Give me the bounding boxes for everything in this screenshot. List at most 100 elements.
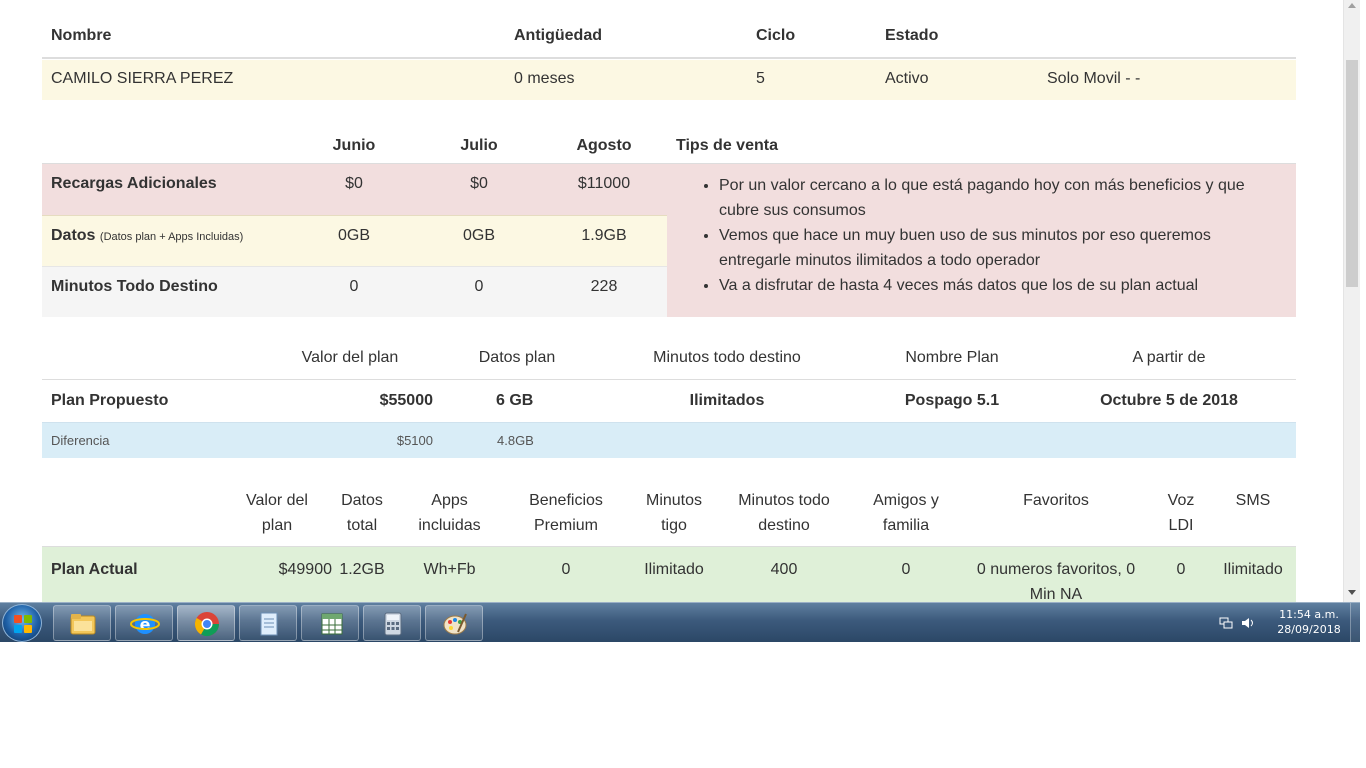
taskbar-explorer-button[interactable] [53,605,111,641]
header-favoritos: Favoritos [1023,492,1089,509]
chrome-icon [194,612,219,637]
tip-item: Vemos que hace un muy buen uso de sus mi… [719,223,1279,273]
client-ciclo: 5 [756,70,765,87]
taskbar-notepad-button[interactable] [239,605,297,641]
header-estado: Estado [885,27,939,44]
value-agosto: 228 [590,278,618,295]
diferencia-datos: 4.8GB [497,433,534,448]
header-agosto: Agosto [576,137,632,154]
scroll-up-icon[interactable] [1348,3,1356,8]
plan-minutos: Ilimitados [689,392,765,409]
client-estado: Activo [885,70,929,87]
header-valor-plan: Valor del plan [246,492,308,534]
current-valor: $49900 [278,561,332,578]
client-row: CAMILO SIERRA PEREZ 0 meses 5 Activo Sol… [42,60,1296,100]
paint-palette-icon [443,613,467,635]
header-nombre-plan: Nombre Plan [905,349,999,366]
value-junio: 0GB [337,227,370,244]
tip-item: Va a disfrutar de hasta 4 veces más dato… [719,273,1279,298]
row-label: Plan Propuesto [51,392,169,409]
current-apps: Wh+Fb [423,561,476,578]
header-datos-plan: Datos plan [478,349,556,366]
value-julio: $0 [470,175,488,192]
spreadsheet-icon [321,613,343,635]
current-plan-row: Plan Actual $49900 1.2GB Wh+Fb 0 Ilimita… [42,547,1296,602]
system-tray: 11:54 a.m. 28/09/2018 [1210,603,1360,643]
row-label: Diferencia [51,433,110,448]
taskbar-ie-button[interactable]: e [115,605,173,641]
current-minutos-todo-destino: 400 [770,561,798,578]
svg-text:e: e [140,615,151,634]
current-amigos-familia: 0 [901,561,911,578]
value-agosto: 1.9GB [581,227,627,244]
current-header: Valor del plan Datos total Apps incluida… [42,480,1296,547]
notepad-icon [260,612,278,636]
system-clock[interactable]: 11:54 a.m. 28/09/2018 [1270,607,1348,637]
client-name: CAMILO SIERRA PEREZ [51,70,234,87]
header-julio: Julio [460,137,498,154]
clock-date: 28/09/2018 [1277,623,1341,636]
client-plan-type: Solo Movil - - [1047,70,1141,87]
header-nombre: Nombre [51,27,112,44]
blank-area [0,642,1366,768]
current-minutos-tigo: Ilimitado [644,561,704,578]
header-minutos-tigo: Minutos tigo [645,492,703,534]
sales-tips: Por un valor cercano a lo que está pagan… [667,164,1296,317]
start-button[interactable] [2,604,42,642]
windows-logo-icon [14,615,32,633]
row-minutos: Minutos Todo Destino 0 0 228 [42,266,667,317]
row-label: Plan Actual [51,561,138,578]
show-desktop-button[interactable] [1350,603,1360,643]
consumption-header: Junio Julio Agosto Tips de venta [42,126,1296,164]
diferencia-row: Diferencia $5100 4.8GB [42,422,1296,458]
value-julio: 0 [474,278,484,295]
header-datos-total: Datos total [341,492,383,534]
row-datos: Datos (Datos plan + Apps Incluidas) 0GB … [42,215,667,266]
diferencia-valor: $5100 [396,433,433,448]
header-antiguedad: Antigüedad [514,27,602,44]
header-ciclo: Ciclo [756,27,796,44]
plan-valor: $55000 [379,392,433,409]
taskbar-excel-button[interactable] [301,605,359,641]
current-datos: 1.2GB [339,561,385,578]
page-viewport: Nombre Antigüedad Ciclo Estado CAMILO SI… [0,0,1343,602]
header-amigos-familia: Amigos y familia [873,492,939,534]
plan-datos: 6 GB [496,392,534,409]
taskbar-chrome-button[interactable] [177,605,235,641]
proposed-plan-row: Plan Propuesto $55000 6 GB Ilimitados Po… [42,380,1296,422]
client-table-header: Nombre Antigüedad Ciclo Estado [42,20,1296,59]
proposed-header: Valor del plan Datos plan Minutos todo d… [42,336,1296,380]
plan-nombre: Pospago 5.1 [904,392,1000,409]
taskbar: e 11:54 a.m. 28/09/2018 [0,602,1360,643]
taskbar-paint-button[interactable] [425,605,483,641]
calculator-icon [384,612,402,636]
scroll-down-icon[interactable] [1348,590,1356,595]
header-sms: SMS [1235,492,1271,509]
header-minutos-todo-destino: Minutos todo destino [653,349,801,366]
network-icon[interactable] [1219,617,1233,629]
header-junio: Junio [332,137,376,154]
header-valor-plan: Valor del plan [301,349,399,366]
row-recargas: Recargas Adicionales $0 $0 $11000 [42,164,667,215]
clock-time: 11:54 a.m. [1279,608,1339,621]
header-tips: Tips de venta [676,137,778,154]
row-note: (Datos plan + Apps Incluidas) [99,231,244,243]
client-antiguedad: 0 meses [514,70,575,87]
tips-list: Por un valor cercano a lo que está pagan… [719,173,1279,298]
value-junio: $0 [345,175,363,192]
value-junio: 0 [349,278,359,295]
row-label: Minutos Todo Destino [51,278,218,295]
row-label: Datos (Datos plan + Apps Incluidas) [51,227,243,245]
value-agosto: $11000 [577,175,631,192]
header-a-partir-de: A partir de [1132,349,1206,366]
row-label: Recargas Adicionales [51,175,217,192]
internet-explorer-icon: e [130,614,160,634]
taskbar-calculator-button[interactable] [363,605,421,641]
header-beneficios-premium: Beneficios Premium [529,492,603,534]
scrollbar-thumb[interactable] [1346,60,1358,287]
volume-icon[interactable] [1241,617,1255,629]
header-minutos-todo-destino: Minutos todo destino [738,492,830,534]
current-sms: Ilimitado [1223,561,1283,578]
vertical-scrollbar[interactable] [1343,0,1360,602]
plan-fecha-inicio: Octubre 5 de 2018 [1100,392,1238,409]
